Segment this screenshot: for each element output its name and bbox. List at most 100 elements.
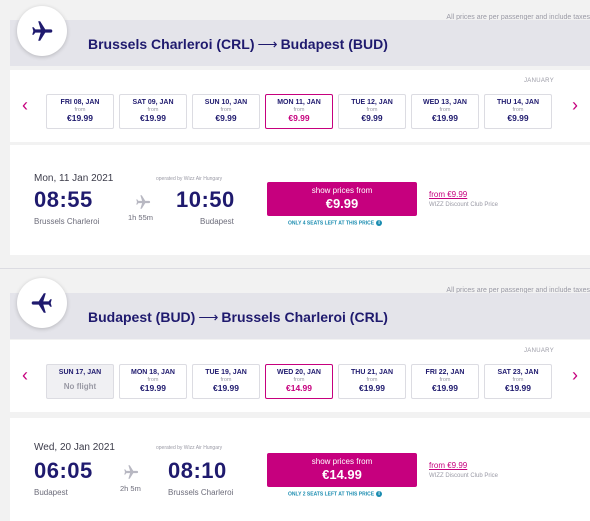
airplane-icon (31, 293, 52, 313)
airplane-badge (17, 6, 67, 56)
date-option[interactable]: TUE 19, JAN from €19.99 (192, 364, 260, 399)
date-label: WED 13, JAN (423, 99, 467, 106)
date-price: €9.99 (215, 113, 237, 123)
date-price: €9.99 (507, 113, 529, 123)
airplane-icon (124, 465, 139, 479)
date-price: €19.99 (505, 383, 531, 393)
button-price: €9.99 (325, 196, 359, 211)
date-option[interactable]: SAT 23, JAN from €19.99 (484, 364, 552, 399)
flight-search-results: All prices are per passenger and include… (0, 0, 590, 521)
date-price: €19.99 (140, 383, 166, 393)
date-option[interactable]: WED 20, JAN from €14.99 (265, 364, 333, 399)
date-label: THU 21, JAN (350, 369, 393, 376)
route-origin: Brussels Charleroi (CRL) (88, 36, 255, 52)
date-option[interactable]: FRI 22, JAN from €19.99 (411, 364, 479, 399)
chevron-left-icon[interactable]: ‹ (22, 366, 28, 384)
button-label: show prices from (311, 186, 373, 195)
flight-date: Wed, 20 Jan 2021 (34, 442, 115, 453)
chevron-right-icon[interactable]: › (572, 96, 578, 114)
button-label: show prices from (311, 457, 373, 466)
date-price: €9.99 (288, 113, 310, 123)
section-divider (0, 268, 590, 269)
date-price: €14.99 (286, 383, 312, 393)
date-option: SUN 17, JAN No flight (46, 364, 114, 399)
seats-left-notice: ONLY 2 SEATS LEFT AT THIS PRICE i (288, 491, 383, 498)
date-option[interactable]: MON 11, JAN from €9.99 (265, 94, 333, 129)
date-label: TUE 12, JAN (351, 99, 393, 106)
date-price: €19.99 (213, 383, 239, 393)
club-price-label: WIZZ Discount Club Price (429, 202, 499, 208)
route-title: Budapest (BUD) ⟶ Brussels Charleroi (CRL) (88, 309, 388, 326)
date-label: WED 20, JAN (277, 369, 321, 376)
date-label: TUE 19, JAN (205, 369, 247, 376)
show-prices-button[interactable]: show prices from €14.99 (267, 453, 417, 487)
flight-card: Mon, 11 Jan 2021 operated by Wizz Air Hu… (10, 145, 590, 255)
arrival-time: 10:50 (176, 187, 235, 212)
date-price: €9.99 (361, 113, 383, 123)
date-option[interactable]: THU 14, JAN from €9.99 (484, 94, 552, 129)
date-label: FRI 08, JAN (60, 99, 100, 106)
operated-by: operated by Wizz Air Hungary (156, 445, 223, 451)
date-label: FRI 22, JAN (425, 369, 465, 376)
arrival-city: Brussels Charleroi (168, 488, 234, 497)
route-title: Brussels Charleroi (CRL) ⟶ Budapest (BUD) (88, 36, 388, 53)
date-label: SAT 23, JAN (497, 369, 539, 376)
date-price: €19.99 (359, 383, 385, 393)
date-option[interactable]: FRI 08, JAN from €19.99 (46, 94, 114, 129)
date-selector: JANUARY ‹ › SUN 17, JAN No flight MON 18, … (10, 340, 590, 412)
info-icon[interactable]: i (376, 491, 383, 497)
date-option[interactable]: TUE 12, JAN from €9.99 (338, 94, 406, 129)
date-price: €19.99 (140, 113, 166, 123)
month-label: JANUARY (524, 78, 554, 84)
seats-left-notice: ONLY 4 SEATS LEFT AT THIS PRICE i (288, 220, 383, 227)
date-option[interactable]: SUN 10, JAN from €9.99 (192, 94, 260, 129)
seats-left-text: ONLY 4 SEATS LEFT AT THIS PRICE (288, 220, 375, 227)
date-price: €19.99 (432, 113, 458, 123)
departure-time: 08:55 (34, 187, 93, 212)
operated-by: operated by Wizz Air Hungary (156, 176, 223, 182)
button-price: €14.99 (322, 467, 362, 482)
route-arrow: ⟶ (257, 36, 278, 52)
flight-duration: 2h 5m (120, 484, 141, 493)
route-header: Budapest (BUD) ⟶ Brussels Charleroi (CRL) (10, 293, 590, 339)
date-label: SUN 10, JAN (204, 99, 248, 106)
route-arrow: ⟶ (198, 309, 219, 325)
route-destination: Brussels Charleroi (CRL) (221, 309, 388, 325)
info-icon[interactable]: i (376, 220, 383, 226)
show-prices-button[interactable]: show prices from €9.99 (267, 182, 417, 216)
date-label: MON 11, JAN (277, 99, 321, 106)
chevron-left-icon[interactable]: ‹ (22, 96, 28, 114)
route-destination: Budapest (BUD) (280, 36, 388, 52)
club-price-link[interactable]: from €9.99 (429, 190, 467, 199)
date-label: THU 14, JAN (496, 99, 539, 106)
arrival-time: 08:10 (168, 458, 227, 483)
route-header: Brussels Charleroi (CRL) ⟶ Budapest (BUD) (10, 20, 590, 66)
airplane-icon (32, 21, 53, 41)
date-price: €19.99 (432, 383, 458, 393)
month-label: JANUARY (524, 348, 554, 354)
date-option[interactable]: SAT 09, JAN from €19.99 (119, 94, 187, 129)
route-origin: Budapest (BUD) (88, 309, 196, 325)
arrival-city: Budapest (200, 217, 234, 226)
date-label: SAT 09, JAN (132, 99, 174, 106)
departure-city: Budapest (34, 488, 68, 497)
club-price-label: WIZZ Discount Club Price (429, 473, 499, 479)
airplane-icon (136, 195, 151, 209)
departure-time: 06:05 (34, 458, 93, 483)
flight-card: Wed, 20 Jan 2021 operated by Wizz Air Hu… (10, 418, 590, 521)
club-price-link[interactable]: from €9.99 (429, 461, 467, 470)
no-flight-label: No flight (63, 382, 97, 391)
departure-city: Brussels Charleroi (34, 217, 100, 226)
date-label: SUN 17, JAN (58, 369, 102, 376)
date-option[interactable]: MON 18, JAN from €19.99 (119, 364, 187, 399)
flight-duration: 1h 55m (128, 213, 154, 222)
date-option[interactable]: THU 21, JAN from €19.99 (338, 364, 406, 399)
seats-left-text: ONLY 2 SEATS LEFT AT THIS PRICE (288, 491, 375, 498)
date-selector: JANUARY ‹ › FRI 08, JAN from €19.99 SAT 09,… (10, 70, 590, 142)
flight-date: Mon, 11 Jan 2021 (34, 173, 114, 184)
date-option[interactable]: WED 13, JAN from €19.99 (411, 94, 479, 129)
airplane-badge (17, 278, 67, 328)
date-label: MON 18, JAN (131, 369, 175, 376)
date-price: €19.99 (67, 113, 93, 123)
chevron-right-icon[interactable]: › (572, 366, 578, 384)
